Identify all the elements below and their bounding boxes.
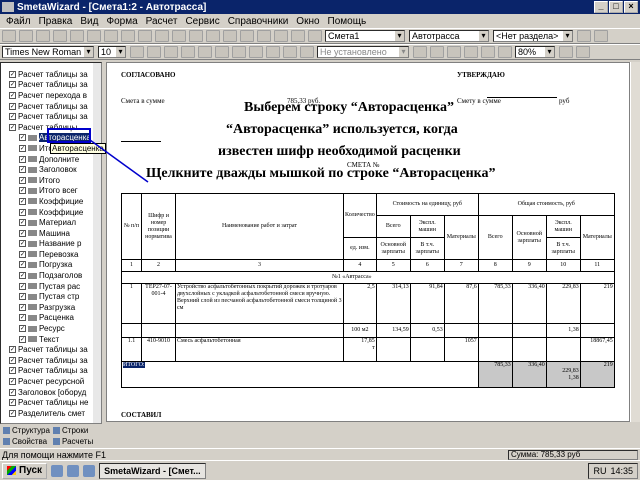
pointer-line xyxy=(89,139,149,183)
system-tray: RU 14:35 xyxy=(588,463,638,479)
desktop-icon[interactable] xyxy=(67,464,80,477)
start-button[interactable]: Пуск xyxy=(2,462,48,479)
highlight-box xyxy=(47,128,91,143)
keyboard-layout[interactable]: RU xyxy=(593,466,606,476)
taskbar: Пуск SmetaWizard - [Смет... RU 14:35 xyxy=(0,460,640,480)
status-help: Для помощи нажмите F1 xyxy=(2,449,106,460)
status-bar: Для помощи нажмите F1 Сумма: 785,33 руб xyxy=(0,448,640,460)
outlook-icon[interactable] xyxy=(83,464,96,477)
clock: 14:35 xyxy=(610,466,633,476)
status-sum: Сумма: 785,33 руб xyxy=(508,450,638,460)
ie-icon[interactable] xyxy=(51,464,64,477)
taskbar-app-button[interactable]: SmetaWizard - [Смет... xyxy=(99,462,206,479)
highlight-overlay xyxy=(47,128,149,183)
